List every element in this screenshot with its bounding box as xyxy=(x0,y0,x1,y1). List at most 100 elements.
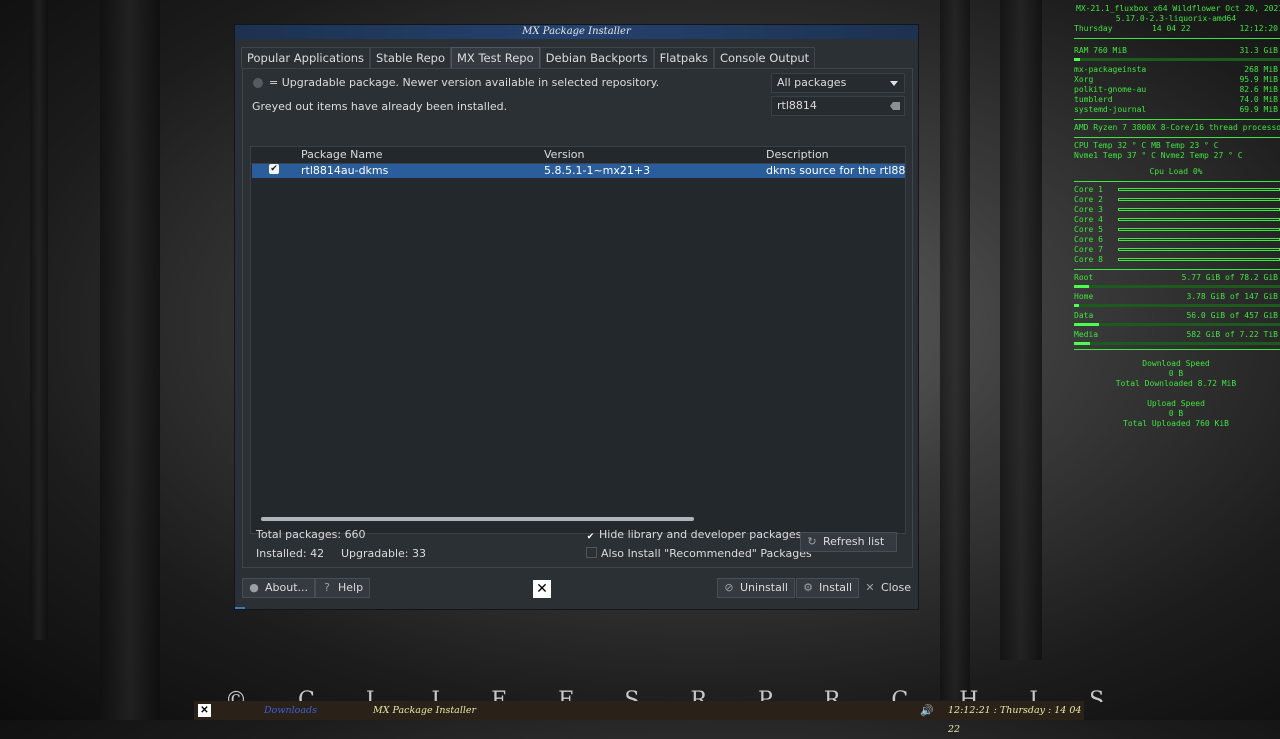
mx-logo: ✕ xyxy=(533,580,551,598)
installed-note: Greyed out items have already been insta… xyxy=(252,100,508,113)
process-mem: 95.9 MiB xyxy=(1239,75,1278,84)
taskbar: ✕ Downloads MX Package Installer 🔊 12:12… xyxy=(194,701,1084,735)
disk-list: Root 5.77 GiB of 78.2 GiB Home 3.78 GiB of … xyxy=(1072,273,1280,345)
tab-popular-applications[interactable]: Popular Applications xyxy=(241,47,371,68)
package-filter-select[interactable]: All packages xyxy=(771,73,905,93)
process-list: mx-packageinsta 268 MiB Xorg 95.9 MiB polkit… xyxy=(1072,65,1280,115)
core-label: Core 6 xyxy=(1074,235,1103,244)
core-label: Core 8 xyxy=(1074,255,1103,264)
ram-bar-fill xyxy=(1074,58,1081,61)
divider xyxy=(1074,181,1280,182)
chevron-down-icon xyxy=(890,81,898,86)
process-mem: 82.6 MiB xyxy=(1239,85,1278,94)
hide-library-checkbox[interactable]: ✔ xyxy=(586,533,595,542)
upload-title: Upload Speed xyxy=(1147,399,1205,408)
conky-time: 12:12:20 xyxy=(1239,24,1278,33)
core-label: Core 1 xyxy=(1074,185,1103,194)
clear-icon[interactable] xyxy=(890,102,900,110)
installed-count: Installed: 42 xyxy=(256,547,324,560)
recommended-option[interactable]: Also Install "Recommended" Packages xyxy=(586,547,812,560)
core-bar xyxy=(1118,228,1280,231)
upgradable-value: 33 xyxy=(412,547,427,560)
row-checkbox[interactable]: ✔ xyxy=(269,164,279,174)
disk-usage: 56.0 GiB of 457 GiB xyxy=(1186,311,1278,320)
hide-library-option[interactable]: ✔ Hide library and developer packages xyxy=(586,528,802,542)
disk-bar xyxy=(1074,342,1280,345)
core-label: Core 4 xyxy=(1074,215,1103,224)
legend-text: = Upgradable package. Newer version avai… xyxy=(269,76,660,89)
info-icon: ● xyxy=(249,581,259,594)
window-titlebar[interactable]: MX Package Installer xyxy=(235,25,918,39)
disk-usage: 3.78 GiB of 147 GiB xyxy=(1186,292,1278,301)
tree-trunk xyxy=(940,0,970,700)
row-version: 5.8.5.1-1~mx21+3 xyxy=(544,164,651,177)
disk-label: Root xyxy=(1074,273,1094,282)
disk-bar-fill xyxy=(1074,323,1100,326)
close-button[interactable]: ✕ Close xyxy=(858,578,918,598)
process-row: tumblerd 74.0 MiB xyxy=(1072,95,1280,105)
installed-label: Installed: xyxy=(256,547,307,560)
download-total: Total Downloaded 8.72 MiB xyxy=(1115,379,1237,388)
package-table: Package Name Version Description ✔ rtl88… xyxy=(250,146,906,534)
tab-mx-test-repo[interactable]: MX Test Repo xyxy=(451,47,540,68)
divider xyxy=(1074,137,1280,138)
upgradable-icon xyxy=(253,77,263,88)
disk-bar xyxy=(1074,323,1280,326)
total-value: 660 xyxy=(344,528,366,541)
about-button[interactable]: ● About... xyxy=(242,578,316,598)
divider xyxy=(1074,38,1280,39)
row-description: dkms source for the rtl8814 xyxy=(766,164,906,177)
core-bar xyxy=(1118,238,1280,241)
recommended-checkbox[interactable] xyxy=(586,547,597,558)
close-label: Close xyxy=(881,581,911,594)
core-row: Core 8 xyxy=(1072,255,1280,265)
disk-label: Data xyxy=(1074,311,1094,320)
column-header-description[interactable]: Description xyxy=(766,148,829,161)
conky-cpu-temp: CPU Temp 32 ° C MB Temp 23 ° C xyxy=(1074,141,1219,150)
help-button[interactable]: ? Help xyxy=(315,578,371,598)
process-name: systemd-journal xyxy=(1074,105,1147,114)
help-label: Help xyxy=(338,581,364,594)
tab-debian-backports[interactable]: Debian Backports xyxy=(539,47,654,68)
divider xyxy=(1074,119,1280,120)
filter-value: All packages xyxy=(777,76,847,89)
tab-stable-repo[interactable]: Stable Repo xyxy=(370,47,451,68)
disk-row: Data 56.0 GiB of 457 GiB xyxy=(1072,311,1280,321)
upgradable-count: Upgradable: 33 xyxy=(341,547,426,560)
total-label: Total packages: xyxy=(256,528,342,541)
progress-indicator xyxy=(235,607,245,609)
column-header-name[interactable]: Package Name xyxy=(301,148,383,161)
upgradable-legend: = Upgradable package. Newer version avai… xyxy=(253,76,659,89)
process-mem: 69.9 MiB xyxy=(1239,105,1278,114)
divider xyxy=(1074,269,1280,270)
taskbar-app-button[interactable]: MX Package Installer xyxy=(373,701,476,720)
hide-library-label: Hide library and developer packages xyxy=(599,528,802,541)
disk-row: Media 582 GiB of 7.22 TiB xyxy=(1072,330,1280,340)
ram-bar xyxy=(1074,58,1280,61)
taskbar-downloads[interactable]: Downloads xyxy=(264,701,317,720)
search-input[interactable]: rtl8814 xyxy=(771,96,905,116)
column-header-version[interactable]: Version xyxy=(544,148,584,161)
refresh-list-button[interactable]: ↻ Refresh list xyxy=(800,532,897,552)
core-label: Core 7 xyxy=(1074,245,1103,254)
uninstall-button[interactable]: ⊘ Uninstall xyxy=(717,578,795,598)
volume-icon[interactable]: 🔊 xyxy=(920,701,934,720)
tree-trunk xyxy=(1000,0,1042,660)
process-name: tumblerd xyxy=(1074,95,1113,104)
installed-value: 42 xyxy=(310,547,325,560)
core-row: Core 6 xyxy=(1072,235,1280,245)
disk-bar-fill xyxy=(1074,285,1090,288)
upgradable-label: Upgradable: xyxy=(341,547,409,560)
table-row[interactable]: ✔ rtl8814au-dkms 5.8.5.1-1~mx21+3 dkms s… xyxy=(252,164,905,178)
uninstall-icon: ⊘ xyxy=(724,581,734,594)
menu-icon[interactable]: ✕ xyxy=(198,704,211,717)
tab-flatpaks[interactable]: Flatpaks xyxy=(653,47,714,68)
disk-row: Home 3.78 GiB of 147 GiB xyxy=(1072,292,1280,302)
install-button[interactable]: ⚙ Install xyxy=(796,578,860,598)
core-bar xyxy=(1118,188,1280,191)
core-row: Core 2 xyxy=(1072,195,1280,205)
upload-total: Total Uploaded 760 KiB xyxy=(1123,419,1229,428)
taskbar-clock: 12:12:21 : Thursday : 14 04 22 xyxy=(948,705,1082,735)
core-bar xyxy=(1118,208,1280,211)
tab-console-output[interactable]: Console Output xyxy=(713,47,816,68)
